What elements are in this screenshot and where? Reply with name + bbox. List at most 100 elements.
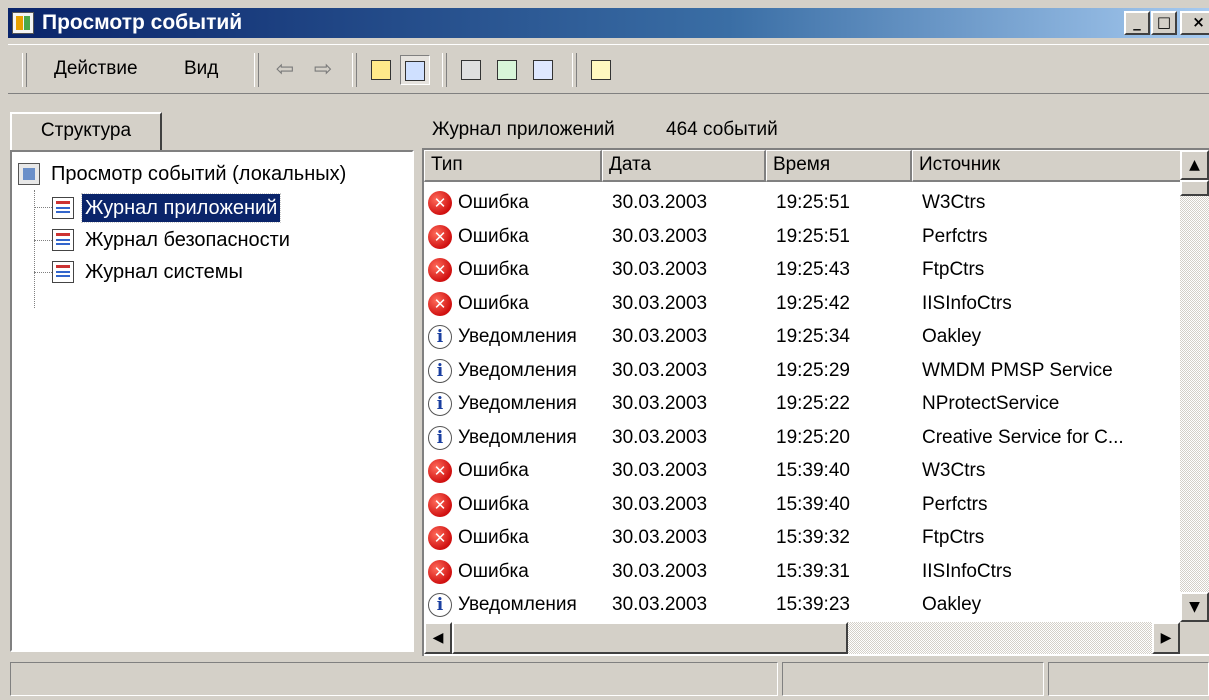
menu-action[interactable]: Действие: [54, 58, 138, 80]
cell-source: IISInfoCtrs: [922, 292, 1012, 314]
vertical-scrollbar[interactable]: ▲ ▼: [1180, 150, 1209, 622]
cell-type: Ошибка: [458, 527, 529, 548]
cell-time: 19:25:34: [776, 326, 850, 347]
tree-item-label: Журнал безопасности: [85, 229, 290, 251]
export-list-icon[interactable]: [528, 55, 558, 85]
tree-view[interactable]: Просмотр событий (локальных) Журнал прил…: [10, 150, 414, 652]
error-icon: [428, 191, 452, 215]
table-row[interactable]: Уведомления 30.03.2003 19:25:29 WMDM PMSP S…: [424, 354, 1184, 388]
properties-icon[interactable]: [456, 55, 486, 85]
up-folder-icon[interactable]: [366, 55, 396, 85]
cell-source: WMDM PMSP Service: [922, 359, 1113, 381]
window-title: Просмотр событий: [42, 11, 243, 34]
log-header: Журнал приложений 464 событий: [424, 112, 1209, 148]
maximize-button[interactable]: □: [1151, 11, 1177, 35]
table-row[interactable]: Уведомления 30.03.2003 19:25:34 Oakley: [424, 320, 1184, 354]
forward-arrow-icon[interactable]: ⇨: [308, 55, 338, 85]
table-row[interactable]: Уведомления 30.03.2003 15:39:23 Oakley: [424, 588, 1184, 622]
cell-source: Oakley: [922, 594, 982, 615]
cell-type: Ошибка: [458, 460, 529, 481]
cell-date: 30.03.2003: [612, 460, 708, 481]
scroll-down-button[interactable]: ▼: [1180, 592, 1209, 622]
cell-source: NProtectService: [922, 393, 1060, 414]
title-bar[interactable]: Просмотр событий _ □ ×: [8, 8, 1209, 38]
back-arrow-icon[interactable]: ⇦: [270, 55, 300, 85]
column-header-date[interactable]: Дата: [602, 150, 766, 182]
cell-time: 15:39:40: [776, 460, 850, 481]
log-title: Журнал приложений: [432, 119, 615, 140]
cell-type: Уведомления: [458, 594, 577, 615]
table-row[interactable]: Ошибка 30.03.2003 19:25:42 IISInfoCtrs: [424, 287, 1184, 321]
table-row[interactable]: Ошибка 30.03.2003 15:39:31 IISInfoCtrs: [424, 555, 1184, 589]
tree-item-label: Журнал системы: [85, 261, 243, 283]
error-icon: [428, 258, 452, 282]
event-viewer-window: Просмотр событий _ □ × Действие Вид ⇦ ⇨ …: [0, 0, 1209, 700]
cell-type: Ошибка: [458, 192, 529, 213]
scroll-right-button[interactable]: ▶: [1152, 622, 1180, 654]
toolbar: Действие Вид ⇦ ⇨: [8, 44, 1209, 94]
table-row[interactable]: Ошибка 30.03.2003 19:25:51 W3Ctrs: [424, 186, 1184, 220]
log-icon: [52, 261, 74, 283]
table-row[interactable]: Ошибка 30.03.2003 19:25:51 Perfctrs: [424, 220, 1184, 254]
table-row[interactable]: Уведомления 30.03.2003 19:25:20 Creative Se…: [424, 421, 1184, 455]
cell-type: Уведомления: [458, 426, 577, 448]
horizontal-scrollbar[interactable]: ◀ ▶: [424, 622, 1180, 654]
error-icon: [428, 559, 452, 584]
minimize-button[interactable]: _: [1124, 11, 1150, 35]
tree-connector: [34, 207, 52, 208]
table-row[interactable]: Ошибка 30.03.2003 15:39:32 FtpCtrs: [424, 521, 1184, 555]
cell-date: 30.03.2003: [612, 527, 708, 548]
menu-view[interactable]: Вид: [184, 58, 218, 80]
toolbar-separator: [572, 53, 577, 87]
status-cell-right: [1048, 662, 1209, 696]
cell-date: 30.03.2003: [612, 594, 708, 615]
scroll-left-button[interactable]: ◀: [424, 622, 452, 654]
column-header-source[interactable]: Источник: [912, 150, 1184, 182]
cell-date: 30.03.2003: [612, 393, 708, 414]
status-bar: [8, 660, 1209, 700]
cell-type: Уведомления: [458, 393, 577, 414]
refresh-icon[interactable]: [492, 55, 522, 85]
toolbar-grip[interactable]: [254, 53, 259, 87]
cell-time: 15:39:32: [776, 527, 850, 548]
column-header-type[interactable]: Тип: [424, 150, 602, 182]
event-viewer-icon: [18, 163, 40, 185]
horizontal-scroll-thumb[interactable]: [452, 622, 848, 654]
help-icon[interactable]: [586, 55, 616, 85]
event-list[interactable]: Тип Дата Время Источник Ошибка 30.03.2003…: [422, 148, 1209, 656]
cell-source: Oakley: [922, 326, 982, 347]
error-icon: [428, 224, 452, 249]
table-row[interactable]: Ошибка 30.03.2003 19:25:43 FtpCtrs: [424, 253, 1184, 287]
table-row[interactable]: Уведомления 30.03.2003 19:25:22 NProtectSer…: [424, 387, 1184, 421]
table-row[interactable]: Ошибка 30.03.2003 15:39:40 Perfctrs: [424, 488, 1184, 522]
info-icon: [428, 593, 452, 617]
table-row[interactable]: Ошибка 30.03.2003 15:39:40 W3Ctrs: [424, 454, 1184, 488]
cell-time: 19:25:51: [776, 192, 850, 213]
event-viewer-app-icon[interactable]: [12, 12, 34, 34]
cell-time: 19:25:43: [776, 259, 850, 280]
error-icon: [428, 492, 452, 517]
cell-source: Perfctrs: [922, 493, 988, 515]
scroll-up-button[interactable]: ▲: [1180, 150, 1209, 180]
tree-item-label: Журнал приложений: [80, 193, 282, 223]
cell-source: W3Ctrs: [922, 192, 986, 213]
error-icon: [428, 291, 452, 316]
info-icon: [428, 392, 452, 416]
error-icon: [428, 459, 452, 483]
cell-date: 30.03.2003: [612, 192, 708, 213]
close-button[interactable]: ×: [1180, 11, 1209, 35]
tree-connector: [34, 272, 52, 273]
cell-source: Creative Service for C...: [922, 426, 1124, 448]
info-icon: [428, 425, 452, 450]
cell-date: 30.03.2003: [612, 560, 708, 582]
cell-date: 30.03.2003: [612, 359, 708, 381]
column-header-time[interactable]: Время: [766, 150, 912, 182]
cell-source: IISInfoCtrs: [922, 560, 1012, 582]
tab-structure[interactable]: Структура: [10, 112, 162, 150]
toolbar-grip[interactable]: [22, 53, 27, 87]
scroll-thumb[interactable]: [1180, 180, 1209, 196]
cell-time: 19:25:20: [776, 426, 850, 448]
show-hide-tree-icon[interactable]: [400, 55, 430, 85]
status-cell-middle: [782, 662, 1044, 696]
scrollbar-corner: [1180, 622, 1209, 654]
